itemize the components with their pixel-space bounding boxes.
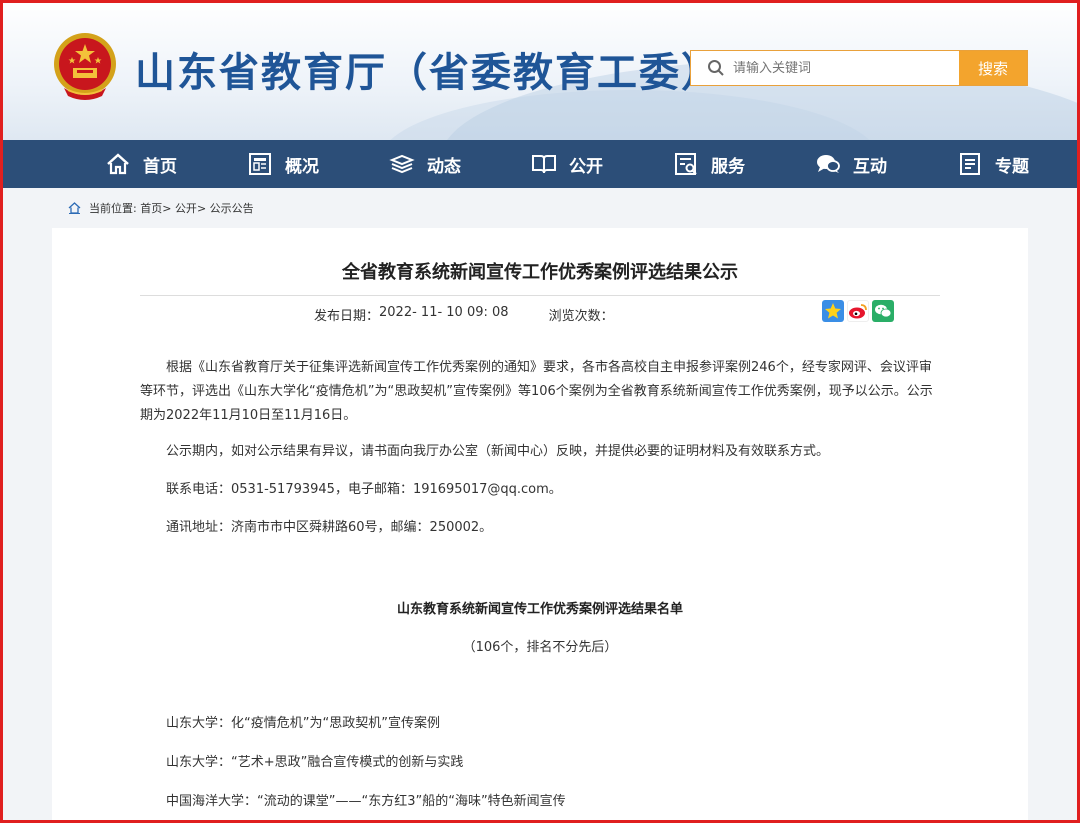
share-bar	[822, 300, 894, 322]
search-field[interactable]	[691, 51, 959, 85]
topic-icon	[960, 153, 980, 175]
main-nav: 首页 概况 动态 公开 服务 互动 专题	[0, 140, 1080, 188]
weibo-icon[interactable]	[847, 300, 869, 322]
views-label: 浏览次数：	[548, 309, 614, 324]
list-item: 山东大学：化“疫情危机”为“思政契机”宣传案例	[166, 716, 440, 731]
article-paragraph: 公示期内，如对公示结果有异议，请书面向我厅办公室（新闻中心）反映，并提供必要的证…	[166, 444, 830, 459]
wechat-icon[interactable]	[872, 300, 894, 322]
breadcrumb-announcement[interactable]: 公示公告	[210, 200, 254, 216]
nav-item-home[interactable]: 首页	[105, 152, 177, 177]
service-icon	[675, 153, 697, 175]
nav-item-label: 动态	[427, 156, 461, 177]
qzone-icon[interactable]	[822, 300, 844, 322]
nav-item-news[interactable]: 动态	[389, 152, 461, 177]
nav-item-interact[interactable]: 互动	[815, 152, 887, 177]
nav-item-label: 服务	[711, 156, 745, 177]
date-label: 发布日期：	[314, 309, 380, 324]
nav-item-label: 首页	[143, 156, 177, 177]
home-icon	[107, 153, 129, 175]
nav-item-label: 互动	[853, 156, 887, 177]
site-title[interactable]: 山东省教育厅（省委教育工委）	[135, 40, 723, 98]
list-title: 山东教育系统新闻宣传工作优秀案例评选结果名单	[396, 602, 683, 617]
breadcrumb-public[interactable]: 公开	[175, 200, 197, 216]
title-divider	[140, 295, 940, 296]
nav-item-overview[interactable]: 概况	[247, 152, 319, 177]
book-icon	[532, 155, 556, 174]
search-icon	[708, 60, 724, 76]
nav-item-service[interactable]: 服务	[673, 152, 745, 177]
chat-icon	[817, 155, 840, 173]
site-header: 山东省教育厅（省委教育工委） 搜索	[0, 0, 1080, 140]
contact-address: 通讯地址：济南市市中区舜耕路60号，邮编：250002。	[166, 520, 493, 535]
nav-item-label: 公开	[569, 156, 603, 177]
list-subtitle: （106个，排名不分先后）	[462, 640, 618, 655]
list-item: 山东大学：“艺术+思政”融合宣传模式的创新与实践	[166, 755, 464, 770]
nav-item-label: 概况	[285, 156, 319, 177]
article-container: 全省教育系统新闻宣传工作优秀案例评选结果公示 发布日期： 2022- 11- 1…	[52, 228, 1028, 823]
article-title: 全省教育系统新闻宣传工作优秀案例评选结果公示	[342, 262, 738, 283]
article-meta: 发布日期： 2022- 11- 10 09: 08 浏览次数：	[314, 305, 614, 324]
nav-item-public[interactable]: 公开	[531, 152, 603, 177]
search-button[interactable]: 搜索	[959, 51, 1027, 85]
nav-item-topic[interactable]: 专题	[957, 152, 1029, 177]
contact-phone: 联系电话：0531-51793945，电子邮箱：191695017@qq.com…	[166, 482, 562, 497]
overview-icon	[249, 153, 271, 175]
list-item: 中国海洋大学：“流动的课堂”——“东方红3”船的“海味”特色新闻宣传	[166, 794, 566, 809]
breadcrumb: 当前位置: 首页 > 公开 > 公示公告	[68, 200, 254, 216]
search-bar: 搜索	[690, 50, 1028, 86]
breadcrumb-prefix: 当前位置:	[89, 202, 137, 215]
national-emblem-icon[interactable]	[50, 30, 120, 102]
article-paragraph: 根据《山东省教育厅关于征集评选新闻宣传工作优秀案例的通知》要求，各市各高校自主申…	[140, 360, 933, 423]
news-icon	[389, 154, 415, 174]
publish-date: 2022- 11- 10 09: 08	[379, 305, 509, 320]
breadcrumb-home[interactable]: 首页	[140, 200, 162, 216]
nav-item-label: 专题	[995, 156, 1029, 177]
home-icon	[68, 202, 81, 214]
search-input[interactable]	[733, 60, 933, 76]
